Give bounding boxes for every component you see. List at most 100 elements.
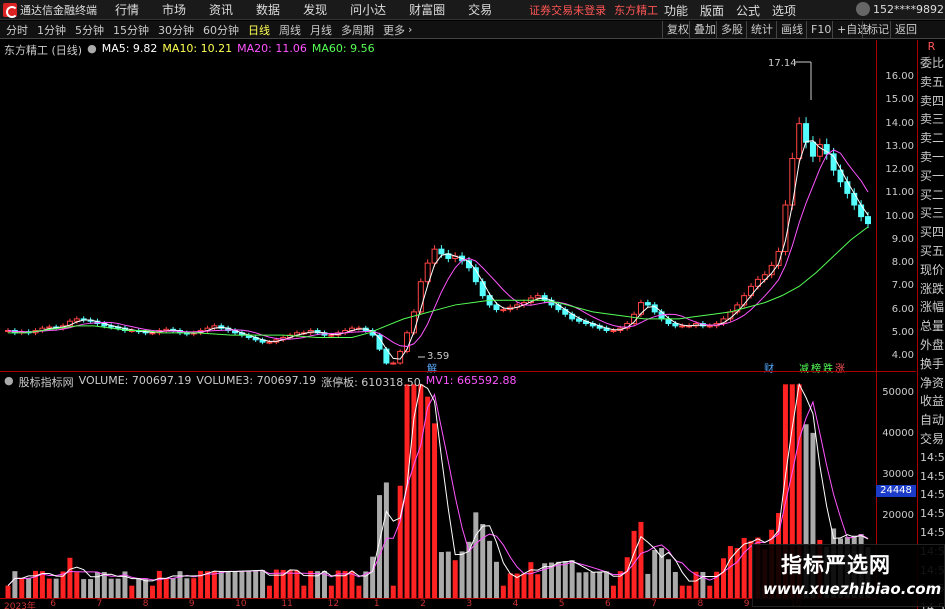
- menu-formula[interactable]: 公式: [736, 2, 760, 19]
- side-item[interactable]: 卖四: [918, 92, 945, 111]
- price-tick: 12.00: [885, 164, 914, 176]
- candle: [844, 181, 851, 194]
- menu-layout[interactable]: 版面: [700, 2, 724, 19]
- side-item[interactable]: 交易: [918, 430, 945, 449]
- side-item[interactable]: 14:56: [918, 505, 945, 524]
- volume-bar: [328, 585, 334, 598]
- btn-mark[interactable]: 标记: [862, 21, 893, 38]
- volume-bar: [700, 571, 706, 598]
- btn-f10[interactable]: F10: [806, 21, 835, 38]
- volume-bar: [432, 423, 438, 598]
- volume-bar: [108, 578, 114, 598]
- period-5min[interactable]: 5分钟: [75, 22, 104, 38]
- volume-bar: [397, 485, 403, 598]
- side-items: 委比 卖五 卖四 卖三 卖二 卖一 买一 买二 买三 买四 买五 现价 涨跌 涨幅 总量 外盘 换手 净资 收益 自动…: [918, 54, 945, 609]
- period-1min[interactable]: 1分钟: [37, 22, 66, 38]
- menu-options[interactable]: 选项: [772, 2, 796, 19]
- volume-bar: [5, 585, 11, 598]
- volume-bar: [225, 571, 231, 598]
- period-monthly[interactable]: 月线: [310, 22, 332, 38]
- price-chart[interactable]: [0, 40, 876, 370]
- menu-market[interactable]: 市场: [162, 1, 186, 18]
- trade-login-alert[interactable]: 证券交易未登录: [529, 2, 606, 18]
- side-item[interactable]: 现价: [918, 261, 945, 280]
- menu-wealth[interactable]: 财富圈: [409, 1, 445, 18]
- volume-bar: [707, 585, 713, 598]
- side-item[interactable]: 14:56: [918, 524, 945, 543]
- btn-draw[interactable]: 画线: [776, 21, 807, 38]
- menu-hq[interactable]: 行情: [115, 1, 139, 18]
- btn-back[interactable]: 返回: [890, 21, 921, 38]
- period-weekly[interactable]: 周线: [279, 22, 301, 38]
- period-15min[interactable]: 15分钟: [113, 22, 149, 38]
- stock-label[interactable]: 东方精工 (日线): [4, 42, 82, 58]
- period-daily[interactable]: 日线: [248, 22, 270, 38]
- side-head[interactable]: R: [918, 40, 945, 54]
- candle: [851, 192, 858, 206]
- menu-data[interactable]: 数据: [256, 1, 280, 18]
- volume-bar: [211, 571, 217, 598]
- btn-multi-stock[interactable]: 多股: [716, 21, 747, 38]
- side-item[interactable]: 总量: [918, 317, 945, 336]
- price-tick: 16.00: [885, 71, 914, 83]
- axis-separator: [876, 40, 877, 598]
- side-item[interactable]: 买三: [918, 204, 945, 223]
- period-more[interactable]: 更多: [383, 22, 405, 38]
- side-item[interactable]: 净资: [918, 374, 945, 393]
- chevron-right-icon[interactable]: ›: [408, 23, 412, 36]
- candle: [534, 295, 541, 299]
- date-tick: 7: [96, 599, 103, 609]
- date-tick: 2: [420, 599, 426, 609]
- date-tick: 4: [512, 599, 519, 609]
- btn-stats[interactable]: 统计: [746, 21, 777, 38]
- side-item[interactable]: 买二: [918, 186, 945, 205]
- side-item[interactable]: 卖五: [918, 73, 945, 92]
- side-item[interactable]: 卖三: [918, 110, 945, 129]
- side-item[interactable]: 买一: [918, 167, 945, 186]
- candle: [796, 123, 803, 160]
- price-tick: 11.00: [885, 187, 914, 199]
- side-item[interactable]: 14:56: [918, 468, 945, 487]
- volume-bar: [101, 571, 107, 598]
- side-item[interactable]: 卖二: [918, 129, 945, 148]
- volume-bar: [260, 569, 266, 598]
- volume-bar: [232, 571, 238, 598]
- period-30min[interactable]: 30分钟: [158, 22, 194, 38]
- side-item[interactable]: 14:56: [918, 486, 945, 505]
- menu-news[interactable]: 资讯: [209, 1, 233, 18]
- side-item[interactable]: 换手: [918, 355, 945, 374]
- menu-discover[interactable]: 发现: [303, 1, 327, 18]
- period-60min[interactable]: 60分钟: [203, 22, 239, 38]
- side-item[interactable]: 买四: [918, 223, 945, 242]
- side-item[interactable]: 外盘: [918, 336, 945, 355]
- volume-bar: [569, 560, 575, 598]
- volume-bar: [177, 571, 183, 598]
- side-item[interactable]: 收益: [918, 392, 945, 411]
- menu-ask[interactable]: 问小达: [350, 1, 386, 18]
- volume-chart[interactable]: [0, 372, 876, 598]
- side-item[interactable]: 涨幅: [918, 298, 945, 317]
- period-intraday[interactable]: 分时: [6, 22, 28, 38]
- volume-bar: [597, 571, 603, 598]
- menu-function[interactable]: 功能: [664, 2, 688, 19]
- volume-bar: [425, 396, 431, 598]
- side-item[interactable]: 卖一: [918, 148, 945, 167]
- volume-bar: [390, 585, 396, 598]
- side-item[interactable]: 自动: [918, 411, 945, 430]
- side-item[interactable]: 买五: [918, 242, 945, 261]
- app-logo-icon: [3, 2, 18, 18]
- vol-legend-4: MV1: 665592.88: [425, 374, 517, 387]
- side-item[interactable]: 涨跌: [918, 280, 945, 299]
- volume-bar: [590, 571, 596, 598]
- user-area[interactable]: 152****9892: [856, 2, 944, 16]
- side-item[interactable]: 14:56: [918, 449, 945, 468]
- side-item[interactable]: 委比: [918, 54, 945, 73]
- current-stock-link[interactable]: 东方精工: [614, 2, 658, 18]
- volume-bar: [604, 571, 610, 598]
- volume-bar: [445, 551, 451, 598]
- period-multi[interactable]: 多周期: [341, 22, 374, 38]
- menu-trade[interactable]: 交易: [468, 1, 492, 18]
- date-tick: 7: [651, 599, 657, 609]
- volume-bar: [521, 573, 527, 598]
- menu-right-group: 功能 版面 公式 选项: [664, 0, 808, 20]
